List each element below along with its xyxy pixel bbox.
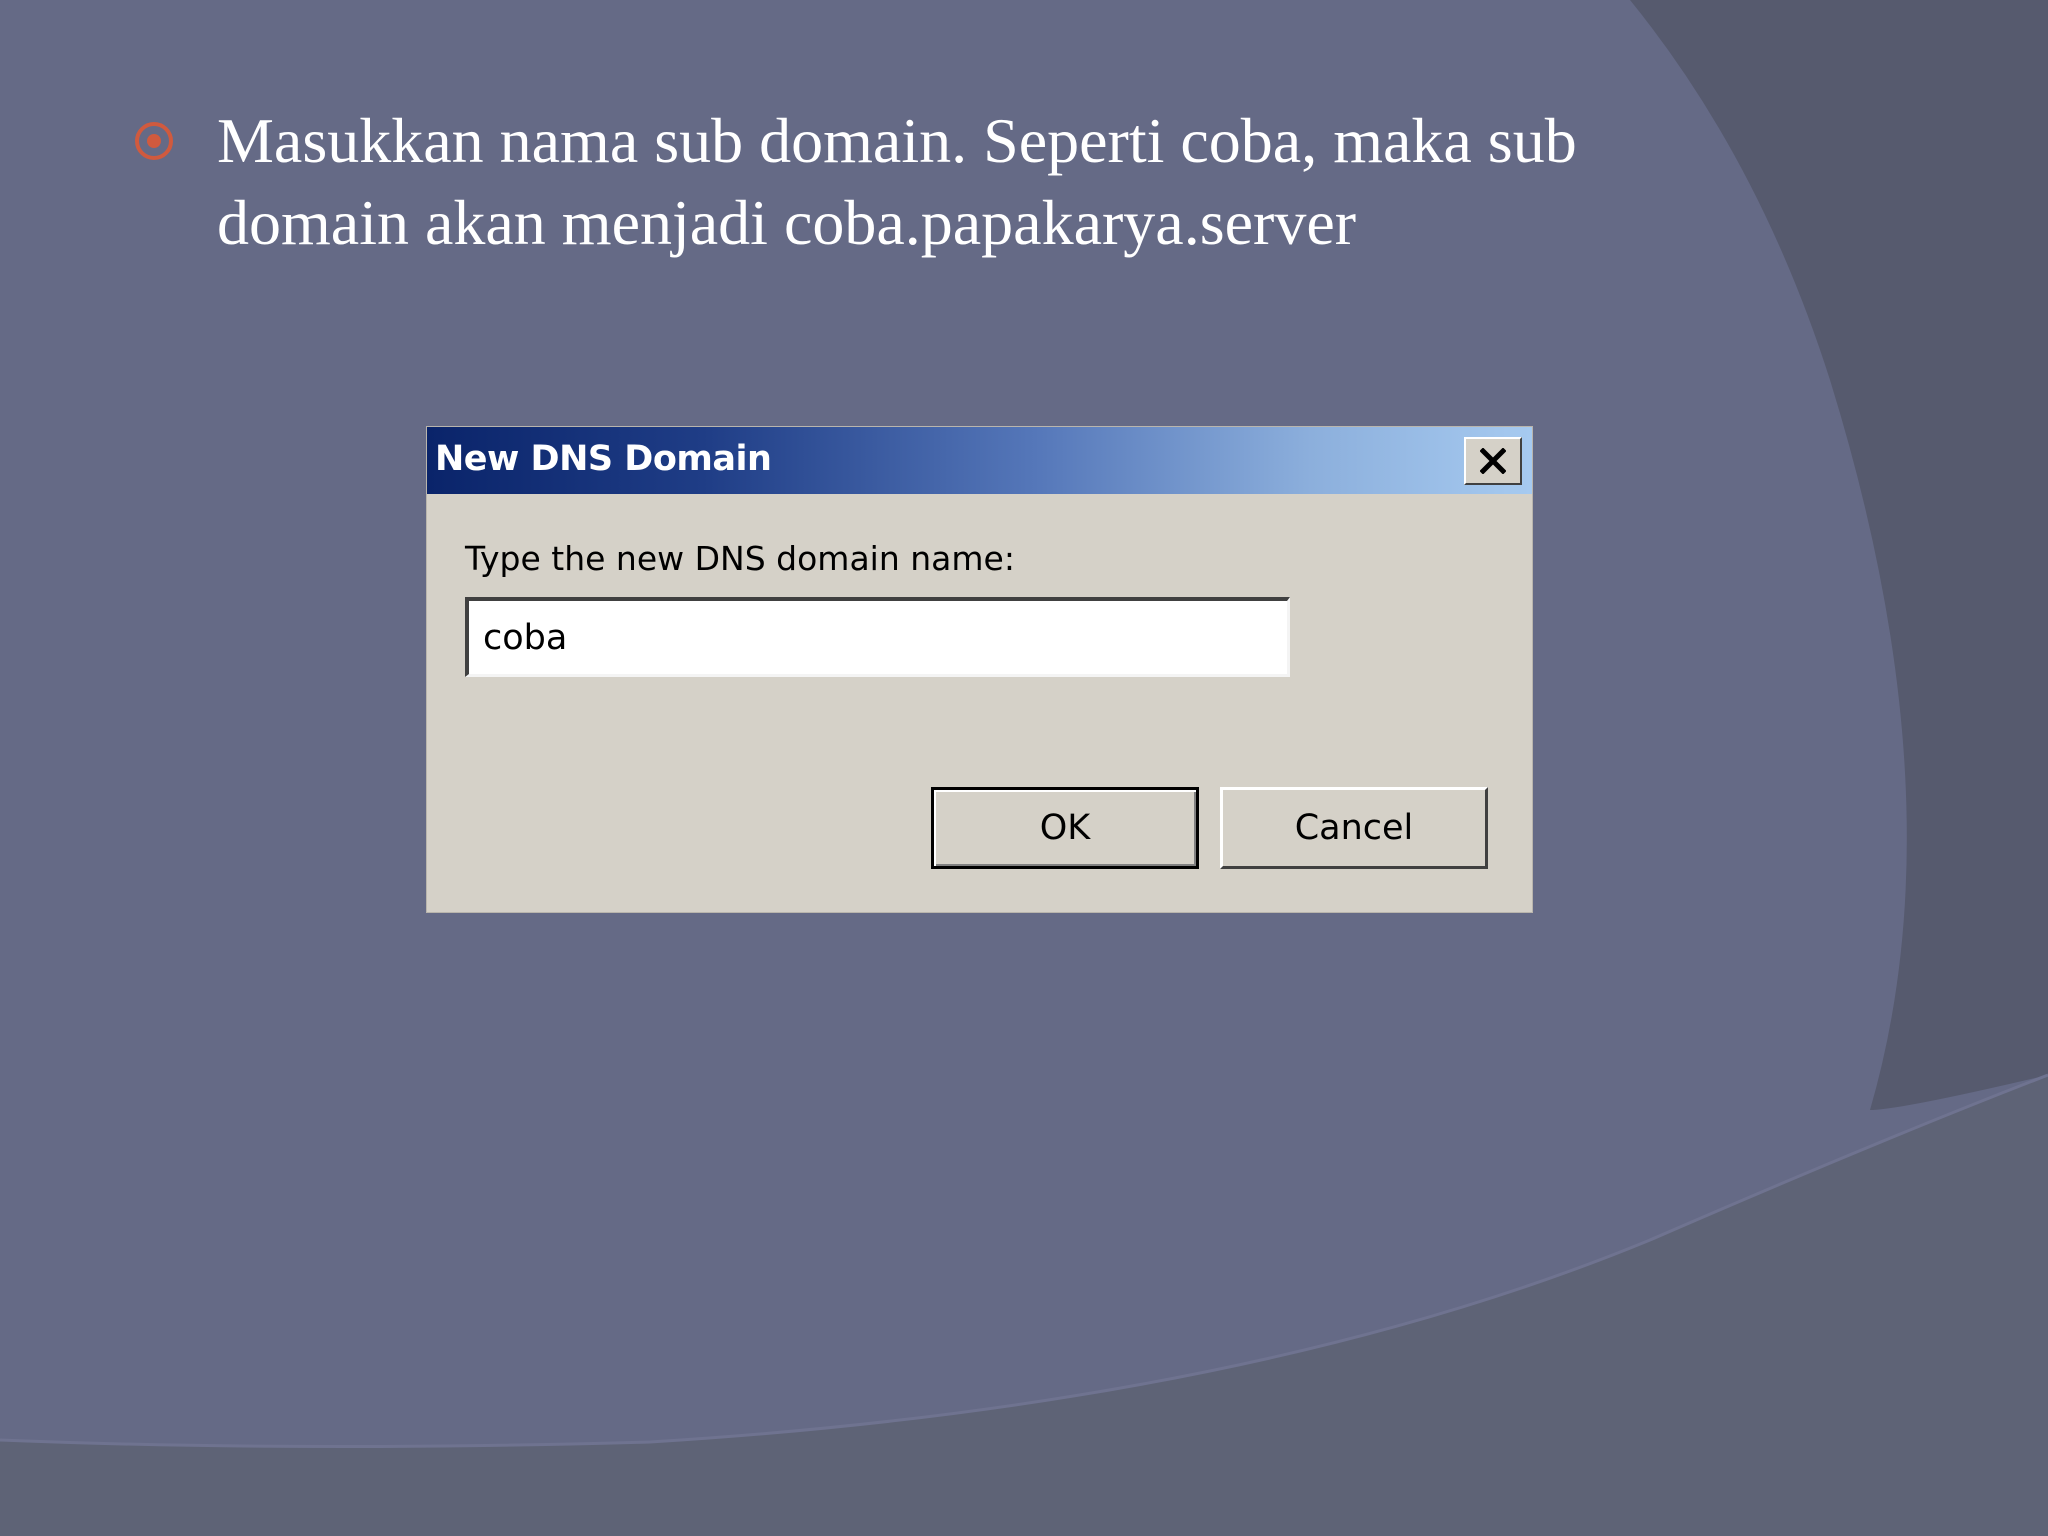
domain-name-input[interactable] bbox=[465, 597, 1290, 677]
bullet-circle-icon bbox=[135, 122, 173, 160]
bullet-text: Masukkan nama sub domain. Seperti coba, … bbox=[217, 105, 1577, 258]
dialog-titlebar[interactable]: New DNS Domain bbox=[427, 427, 1532, 494]
domain-name-label: Type the new DNS domain name: bbox=[465, 539, 1015, 578]
ok-button[interactable]: OK bbox=[931, 787, 1199, 869]
close-button[interactable] bbox=[1464, 437, 1522, 485]
cancel-button[interactable]: Cancel bbox=[1220, 787, 1488, 869]
close-icon bbox=[1480, 448, 1506, 474]
dialog-title: New DNS Domain bbox=[435, 439, 772, 479]
new-dns-domain-dialog: New DNS Domain Type the new DNS domain n… bbox=[427, 427, 1532, 912]
